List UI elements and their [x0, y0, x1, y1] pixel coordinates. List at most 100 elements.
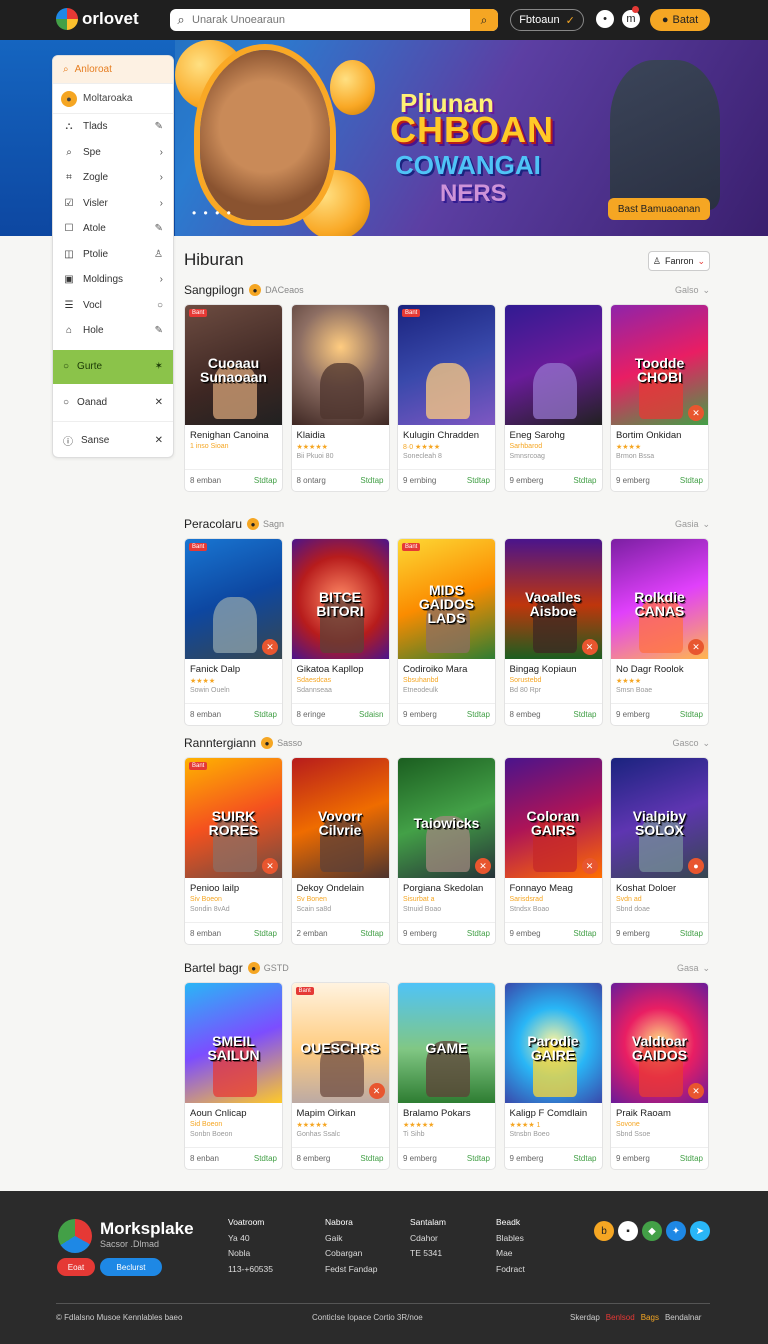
play-icon[interactable]: ● — [688, 858, 704, 874]
play-button[interactable]: Stdtap — [360, 929, 383, 938]
play-button[interactable]: Stdtap — [360, 476, 383, 485]
play-button[interactable]: Stdtap — [573, 1154, 596, 1163]
play-button[interactable]: Stdtap — [467, 1154, 490, 1163]
game-thumbnail[interactable]: Rolkdie CANAS ✕ — [611, 539, 708, 659]
game-title[interactable]: Fonnayo Meag — [510, 883, 597, 896]
footer-link[interactable]: TE 5341 — [410, 1246, 446, 1262]
game-card[interactable]: SMEIL SAILUN Aoun Cnlicap Sid Boeon Sonbn B… — [184, 982, 283, 1170]
game-card[interactable]: BITCE BITORI Gikatoa Kapllop Sdaesdcas Sdan… — [290, 538, 390, 726]
section-more-link[interactable]: Gasa ⌄ — [677, 963, 710, 974]
game-title[interactable]: Codiroiko Mara — [403, 664, 490, 677]
footer-link[interactable]: Cdahor — [410, 1231, 446, 1247]
play-button[interactable]: Stdtap — [254, 929, 277, 938]
game-thumbnail[interactable]: BITCE BITORI — [291, 539, 389, 659]
game-card[interactable]: OUESCHRS Bant ✕ Mapim Oirkan ★★★★★ Gonhas Ssa… — [290, 982, 390, 1170]
play-icon[interactable]: ✕ — [262, 639, 278, 655]
game-thumbnail[interactable]: Bant ✕ — [185, 539, 282, 659]
game-title[interactable]: No Dagr Roolok — [616, 664, 703, 677]
chat-icon[interactable]: ▪ — [618, 1221, 638, 1241]
telegram-icon[interactable]: ➤ — [690, 1221, 710, 1241]
play-button[interactable]: Stdtap — [680, 929, 703, 938]
bitcoin-icon[interactable]: b — [594, 1221, 614, 1241]
dot-icon[interactable]: • — [596, 10, 614, 28]
user-icon[interactable]: m — [622, 10, 640, 28]
footer-link[interactable]: Cobargan — [325, 1246, 377, 1262]
sidebar-item-tlads[interactable]: ⛬ Tlads ✎ — [53, 114, 173, 140]
play-icon[interactable]: ✕ — [688, 405, 704, 421]
game-thumbnail[interactable]: Toodde CHOBI ✕ — [611, 305, 708, 425]
play-icon[interactable]: ✕ — [262, 858, 278, 874]
footer-secondary-button[interactable]: Beclurst — [100, 1258, 162, 1276]
game-title[interactable]: Fanick Dalp — [190, 664, 277, 677]
sidebar-header[interactable]: ⌕ Anloroat — [53, 56, 173, 84]
play-icon[interactable]: ✕ — [581, 639, 598, 655]
game-card[interactable]: Klaidia ★★★★★ Bii Pkuoi 80 8 ontarg Stdtap — [290, 304, 390, 492]
footer-link[interactable]: Benlsod — [606, 1313, 635, 1322]
play-button[interactable]: Stdtap — [680, 710, 703, 719]
game-thumbnail[interactable]: MIDS GAIDOS LADS Bant — [398, 539, 495, 659]
logo[interactable]: orlovet — [56, 8, 139, 30]
game-card[interactable]: MIDS GAIDOS LADS Bant Codiroiko Mara Sbsuha… — [397, 538, 496, 726]
game-card[interactable]: Coloran GAIRS ✕ Fonnayo Meag Sarisdsrad Stnd… — [503, 757, 603, 945]
play-button[interactable]: Stdtap — [467, 710, 490, 719]
section-more-link[interactable]: Galso ⌄ — [675, 285, 710, 296]
game-card[interactable]: Valdtoar GAIDOS ✕ Praik Raoam Sovone Sbnd Ss… — [610, 982, 709, 1170]
hero-cta-button[interactable]: Bast Bamuaoanan — [608, 198, 710, 220]
footer-link[interactable]: Bags — [641, 1313, 659, 1322]
sidebar-item-vocl[interactable]: ☰ Vocl ○ — [53, 293, 173, 319]
play-button[interactable]: Stdtap — [573, 710, 596, 719]
game-thumbnail[interactable]: Taiowicks ✕ — [398, 758, 495, 878]
game-card[interactable]: Rolkdie CANAS ✕ No Dagr Roolok ★★★★ Smsn Boa… — [610, 538, 709, 726]
footer-link[interactable]: Nabora — [325, 1215, 377, 1231]
game-thumbnail[interactable]: Vovorr Cilvrie — [291, 758, 389, 878]
play-icon[interactable]: ✕ — [688, 639, 704, 655]
game-card[interactable]: SUIRK RORES Bant ✕ Penioo lailp Siv Boeon Son… — [184, 757, 283, 945]
game-title[interactable]: Bortim Onkidan — [616, 430, 703, 443]
footer-link[interactable]: Voatroom — [228, 1215, 273, 1231]
footer-link[interactable]: Nobla — [228, 1246, 273, 1262]
footer-link[interactable]: Mae — [496, 1246, 525, 1262]
section-more-link[interactable]: Gasco ⌄ — [672, 738, 710, 749]
game-thumbnail[interactable]: SMEIL SAILUN — [185, 983, 282, 1103]
play-button[interactable]: Stdtap — [680, 1154, 703, 1163]
play-button[interactable]: Stdtap — [467, 476, 490, 485]
game-card[interactable]: GAME Bralamo Pokars ★★★★★ Ti Sihb 9 emberg St… — [397, 982, 496, 1170]
sidebar-item-moldings[interactable]: ▣ Moldings › — [53, 267, 173, 293]
game-card[interactable]: Bant ✕ Fanick Dalp ★★★★ Sowin Oueln 8 emban St… — [184, 538, 283, 726]
sidebar-account[interactable]: ● Moltaroaka — [53, 84, 173, 114]
game-card[interactable]: Toodde CHOBI ✕ Bortim Onkidan ★★★★ Brmon Bss… — [610, 304, 709, 492]
game-title[interactable]: Dekoy Ondelain — [297, 883, 384, 896]
game-title[interactable]: Koshat Doloer — [616, 883, 703, 896]
play-button[interactable]: Stdtap — [680, 476, 703, 485]
play-button[interactable]: Stdtap — [573, 929, 596, 938]
play-button[interactable]: Stdtap — [254, 710, 277, 719]
game-card[interactable]: Vovorr Cilvrie Dekoy Ondelain Sv Bonen Scai… — [290, 757, 390, 945]
game-title[interactable]: Kulugin Chradden — [403, 430, 490, 443]
play-button[interactable]: Stdtap — [360, 1154, 383, 1163]
game-thumbnail[interactable]: Vialpiby SOLOX ● — [611, 758, 708, 878]
game-thumbnail[interactable]: Vaoalles Aisboe ✕ — [504, 539, 602, 659]
play-icon[interactable]: ✕ — [688, 1083, 704, 1099]
category-pill-button[interactable]: Fbtoaun ✓ — [510, 9, 584, 31]
game-title[interactable]: Aoun Cnlicap — [190, 1108, 277, 1121]
game-thumbnail[interactable] — [504, 305, 602, 425]
sidebar-item-ptolie[interactable]: ◫ Ptolie ♙ — [53, 242, 173, 268]
search-button[interactable]: ⌕ — [470, 9, 498, 31]
footer-link[interactable]: Gaik — [325, 1231, 377, 1247]
play-button[interactable]: Sdaisn — [359, 710, 383, 719]
game-card[interactable]: Cuoaau Sunaoaan Bant Renighan Canoina 1 ins… — [184, 304, 283, 492]
footer-link[interactable]: 113-+60535 — [228, 1262, 273, 1278]
game-card[interactable]: Taiowicks ✕ Porgiana Skedolan Sisurbat a Stn… — [397, 757, 496, 945]
game-card[interactable]: Bant Kulugin Chradden 8·0 ★★★★ Sonecleah 8 9… — [397, 304, 496, 492]
game-thumbnail[interactable]: Bant — [398, 305, 495, 425]
sidebar-item-zogle[interactable]: ⌗ Zogle › — [53, 165, 173, 191]
game-title[interactable]: Mapim Oirkan — [297, 1108, 384, 1121]
carousel-dots[interactable]: • • • • — [192, 206, 233, 220]
game-title[interactable]: Kaligp F Comdlain — [510, 1108, 597, 1121]
game-title[interactable]: Eneg Sarohg — [510, 430, 597, 443]
footer-link[interactable]: Blables — [496, 1231, 525, 1247]
game-title[interactable]: Porgiana Skedolan — [403, 883, 490, 896]
twitter-icon[interactable]: ✦ — [666, 1221, 686, 1241]
filter-dropdown[interactable]: ♙ Fanron ⌄ — [648, 251, 710, 271]
game-thumbnail[interactable]: Valdtoar GAIDOS ✕ — [611, 983, 708, 1103]
